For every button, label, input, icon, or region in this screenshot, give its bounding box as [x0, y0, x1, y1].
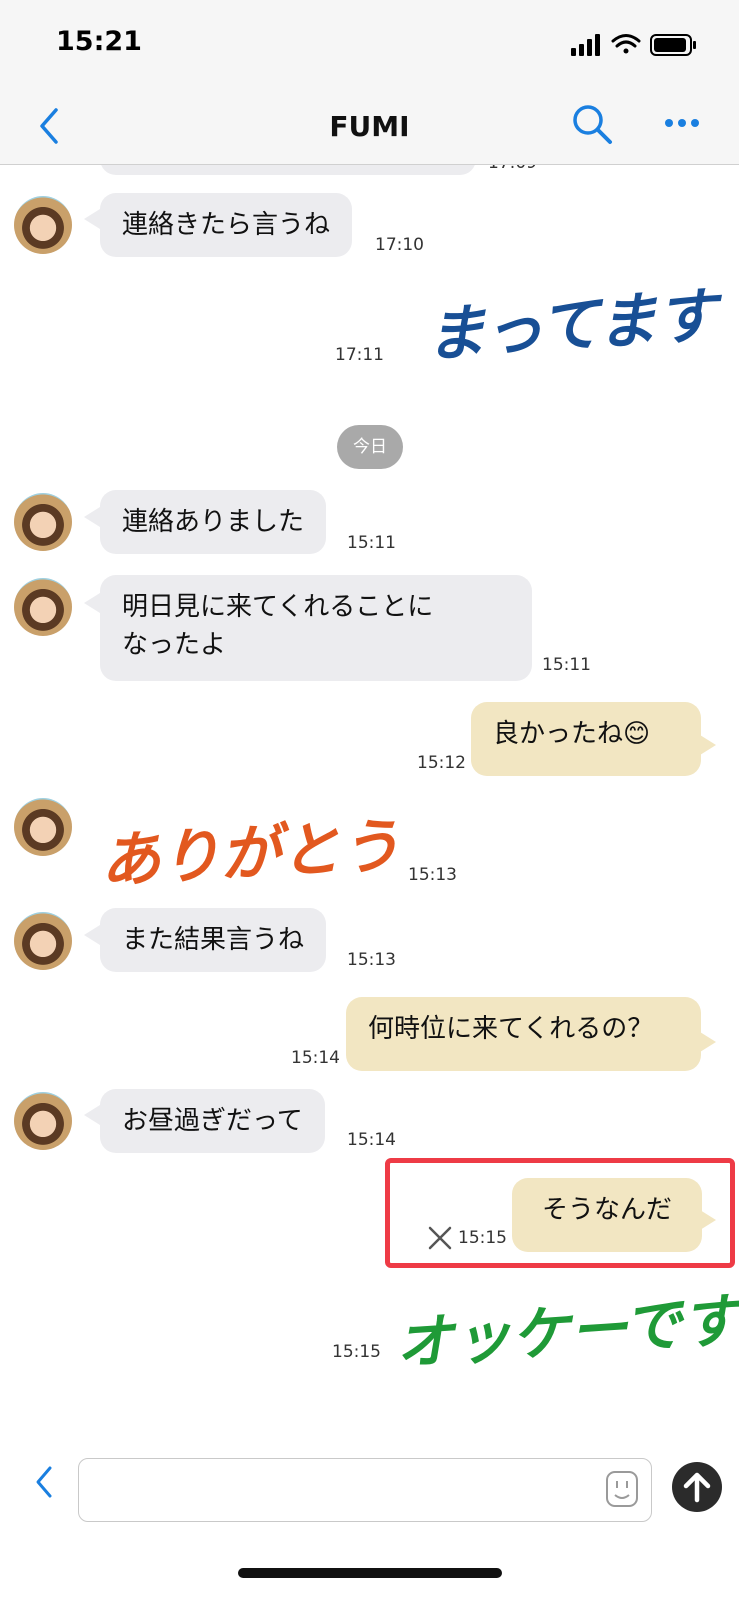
message-time: 15:11 [347, 533, 396, 553]
bubble-tail [700, 1032, 716, 1052]
battery-icon [650, 34, 696, 56]
sticker-arigatou[interactable]: ありがとう [98, 797, 402, 900]
chat-title: FUMI [329, 110, 410, 143]
message-time: 15:11 [542, 655, 591, 675]
bubble-tail [84, 593, 100, 613]
close-icon[interactable] [425, 1223, 455, 1253]
status-time: 15:21 [56, 26, 142, 57]
message-time: 15:12 [417, 753, 466, 773]
message-bubble[interactable]: 何時位に来てくれるの？ [346, 997, 701, 1071]
bubble-tail [700, 1210, 716, 1230]
avatar[interactable] [14, 196, 72, 254]
chevron-left-icon[interactable] [30, 1462, 60, 1502]
message-bubble[interactable]: 連絡きたら言うね [100, 193, 353, 257]
bubble-tail [84, 209, 100, 229]
message-time: 15:13 [347, 950, 396, 970]
message-time: 15:14 [347, 1130, 396, 1150]
message-time: 15:14 [291, 1048, 340, 1068]
status-icons [571, 34, 696, 56]
message-text-line: 明日見に来てくれることに [122, 592, 434, 622]
sticker-okkee-desu[interactable]: オッケーです [392, 1273, 739, 1381]
message-bubble-partial [100, 165, 476, 175]
avatar[interactable] [14, 1092, 72, 1150]
message-bubble[interactable]: 連絡ありました [100, 490, 327, 554]
message-time: 15:15 [458, 1228, 507, 1248]
message-time: 17:11 [335, 345, 384, 365]
message-text-line: なったよ [122, 630, 227, 660]
wifi-icon [611, 34, 641, 54]
home-indicator [238, 1568, 502, 1578]
message-time: 15:15 [332, 1342, 381, 1362]
bubble-tail [700, 735, 716, 755]
message-bubble[interactable]: お昼過ぎだって [100, 1089, 325, 1153]
message-input[interactable] [78, 1458, 652, 1522]
bubble-tail [84, 507, 100, 527]
message-bubble[interactable]: そうなんだ [512, 1178, 702, 1252]
avatar[interactable] [14, 493, 72, 551]
avatar[interactable] [14, 912, 72, 970]
bubble-tail [84, 1105, 100, 1125]
send-button[interactable] [672, 1462, 722, 1512]
more-icon[interactable] [662, 108, 702, 138]
message-time: 17:10 [375, 235, 424, 255]
status-bar: 15:21 [0, 0, 739, 88]
sticker-matte-masu[interactable]: まってます [422, 267, 719, 374]
nav-bar: FUMI [0, 88, 739, 165]
message-time: 17:09 [488, 165, 537, 173]
emoji-icon[interactable] [605, 1470, 639, 1508]
date-separator: 今日 [337, 425, 403, 469]
send-arrow-icon [683, 1472, 711, 1503]
signal-icon [571, 34, 600, 56]
message-bubble[interactable]: 良かったね😊 [471, 702, 701, 776]
chat-message-list[interactable]: 17:09 連絡きたら言うね 17:10 まってます 17:11 今日 連絡あり… [0, 165, 739, 1420]
bubble-tail [84, 925, 100, 945]
message-bubble[interactable]: また結果言うね [100, 908, 327, 972]
avatar[interactable] [14, 578, 72, 636]
message-bubble[interactable]: 明日見に来てくれることに なったよ [100, 575, 532, 681]
avatar[interactable] [14, 798, 72, 856]
message-time: 15:13 [408, 865, 457, 885]
search-icon[interactable] [570, 102, 614, 146]
